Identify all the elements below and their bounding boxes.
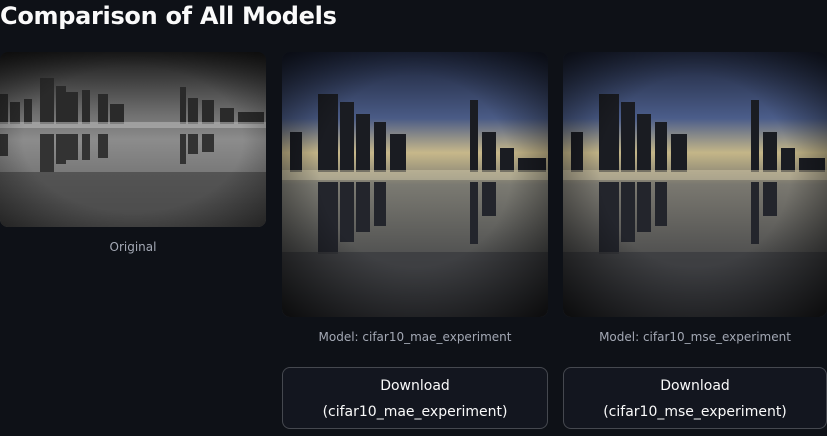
mse-result-image [563, 52, 827, 317]
page-title: Comparison of All Models [0, 2, 337, 30]
mse-column: Model: cifar10_mse_experiment Download (… [563, 52, 827, 436]
original-caption: Original [109, 240, 157, 254]
download-mae-sublabel: (cifar10_mae_experiment) [322, 404, 508, 420]
mse-caption: Model: cifar10_mse_experiment [599, 330, 791, 344]
mae-result-image [282, 52, 548, 317]
download-mse-sublabel: (cifar10_mse_experiment) [603, 404, 787, 420]
download-mse-button[interactable]: Download (cifar10_mse_experiment) [563, 367, 827, 429]
download-mae-label: Download [380, 378, 450, 394]
mae-column: Model: cifar10_mae_experiment Download (… [282, 52, 548, 436]
download-mse-label: Download [660, 378, 730, 394]
original-image [0, 52, 266, 227]
original-column: Original [0, 52, 266, 272]
download-mae-button[interactable]: Download (cifar10_mae_experiment) [282, 367, 548, 429]
mae-caption: Model: cifar10_mae_experiment [318, 330, 512, 344]
